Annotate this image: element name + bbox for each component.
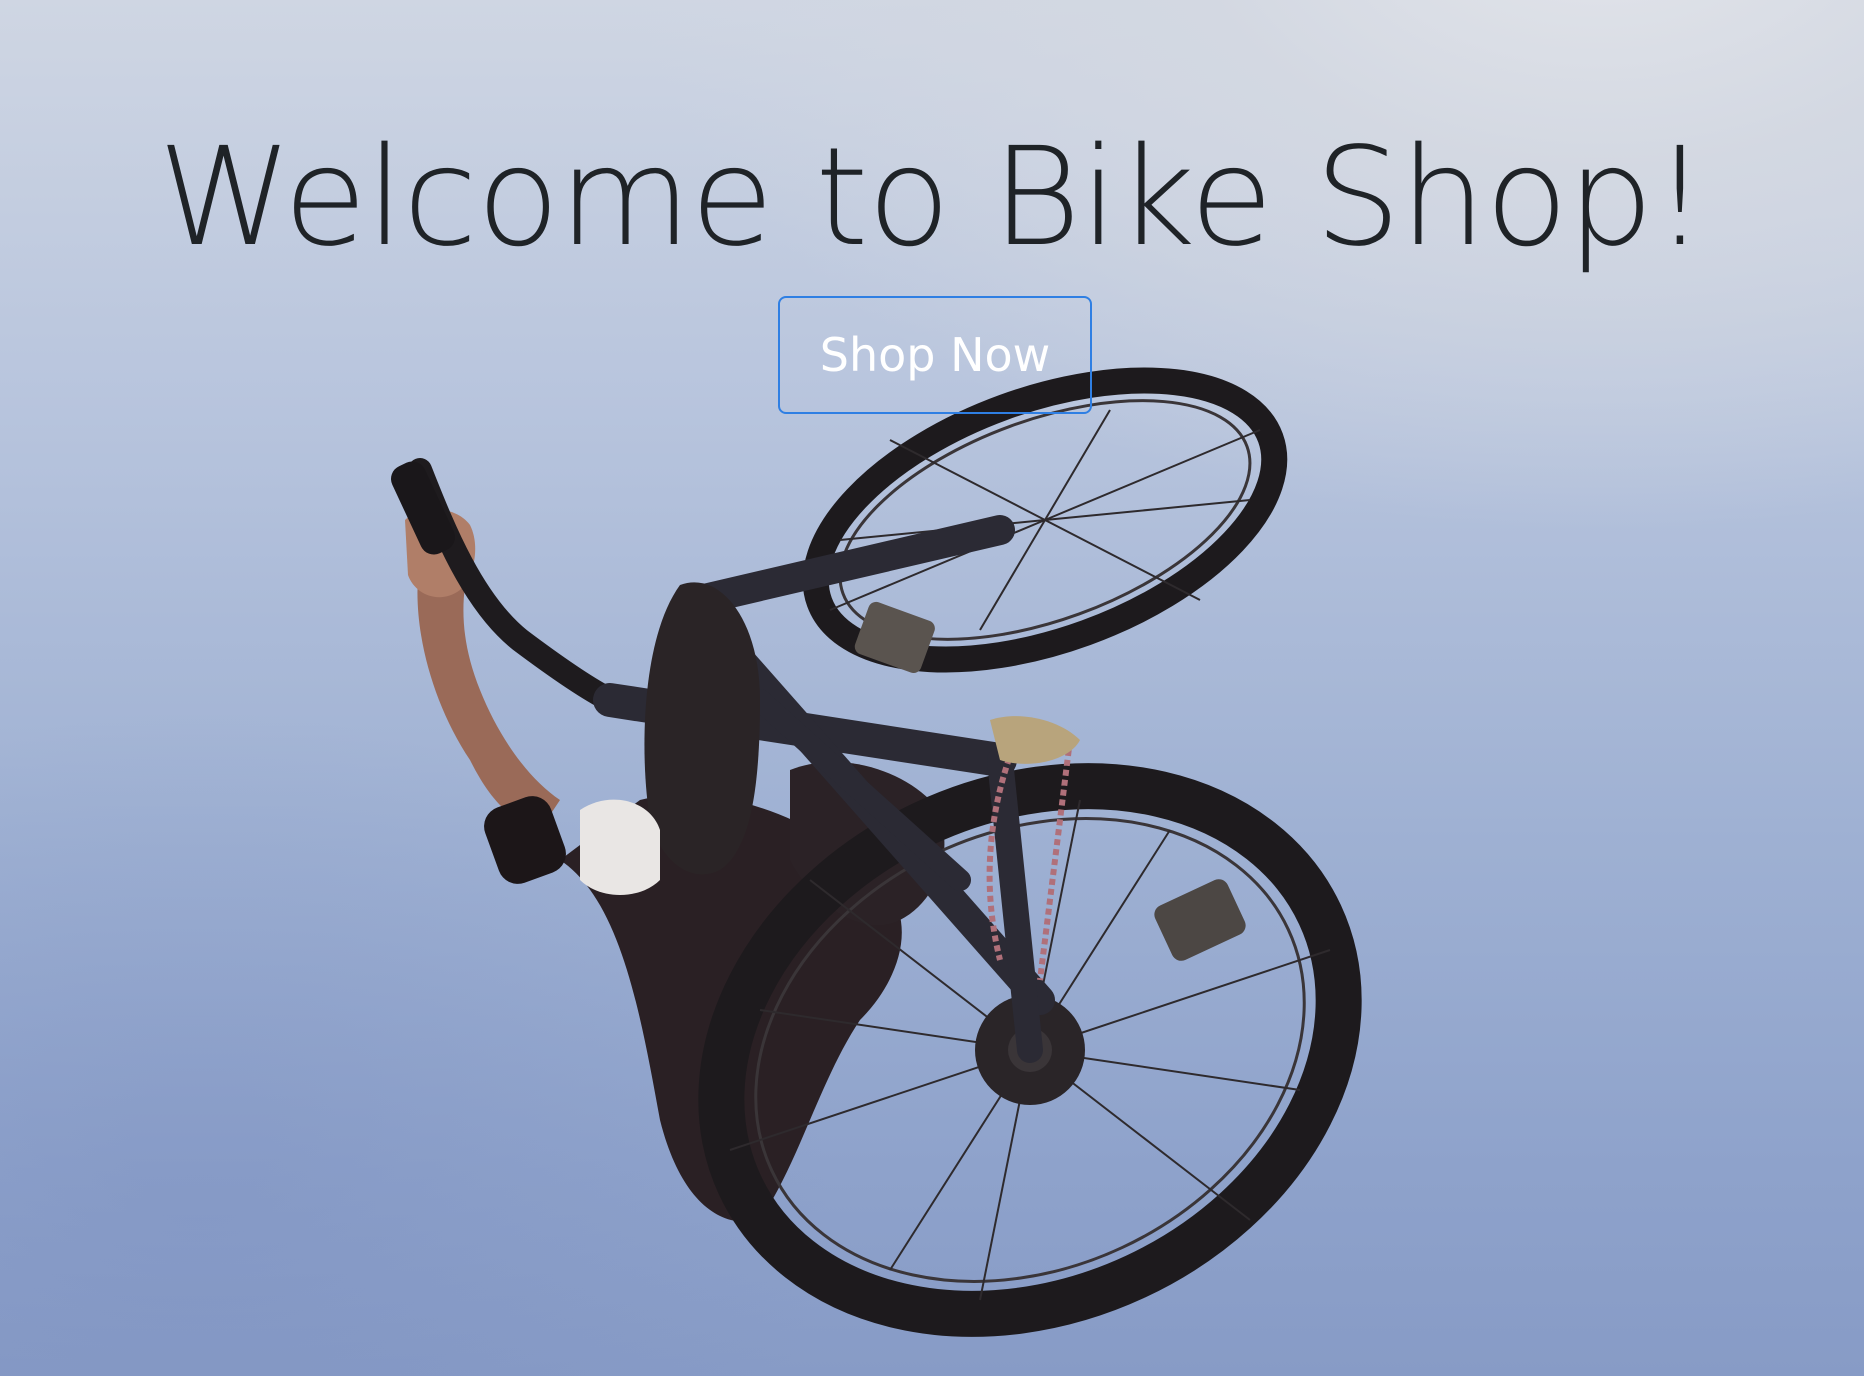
shop-now-button[interactable]: Shop Now: [778, 296, 1092, 414]
grip: [391, 461, 455, 555]
pedal-lower: [1154, 879, 1246, 961]
saddle: [990, 716, 1080, 764]
arm-band: [484, 796, 566, 884]
hero-section: Welcome to Bike Shop! Shop Now: [0, 0, 1864, 1376]
hero-title: Welcome to Bike Shop!: [157, 119, 1707, 277]
rider-shoe: [644, 582, 760, 875]
rider-sock: [580, 799, 660, 895]
